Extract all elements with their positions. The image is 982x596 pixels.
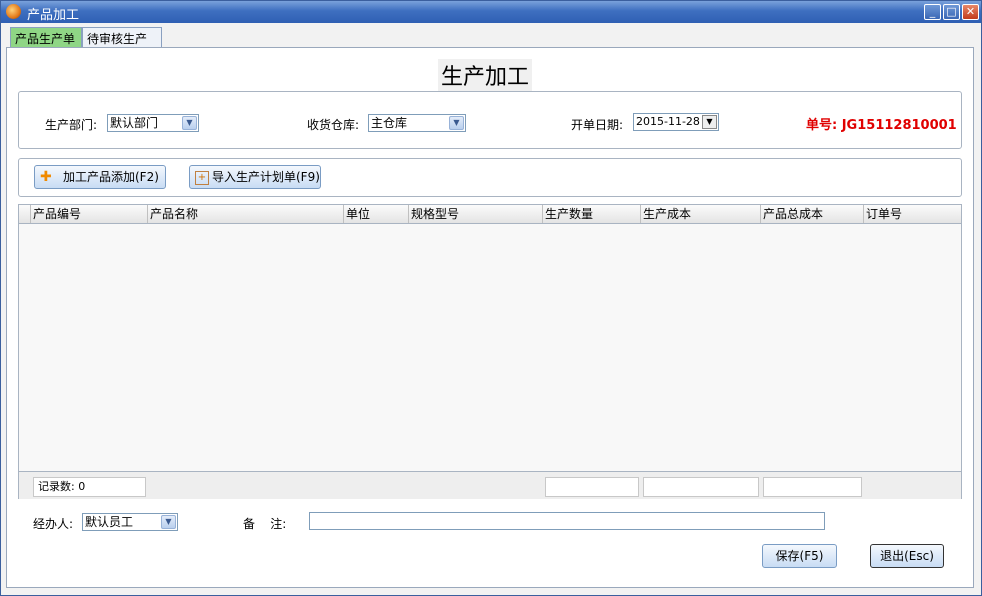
save-button[interactable]: 保存(F5) bbox=[762, 544, 837, 568]
total-cost-sum bbox=[763, 477, 862, 497]
column-header-product-name[interactable]: 产品名称 bbox=[148, 205, 344, 223]
column-header-unit[interactable]: 单位 bbox=[344, 205, 409, 223]
warehouse-value: 主仓库 bbox=[371, 116, 408, 130]
column-header-total-cost[interactable]: 产品总成本 bbox=[761, 205, 864, 223]
dept-label: 生产部门: bbox=[45, 118, 98, 132]
handler-value: 默认员工 bbox=[85, 515, 134, 529]
plus-icon: ✚ bbox=[40, 169, 52, 185]
minimize-button[interactable]: _ bbox=[924, 4, 941, 20]
remark-label: 备 注: bbox=[243, 517, 287, 531]
import-icon: + bbox=[195, 171, 209, 185]
column-header-quantity[interactable]: 生产数量 bbox=[543, 205, 641, 223]
row-indicator-header bbox=[19, 205, 31, 223]
close-button[interactable]: ✕ bbox=[962, 4, 979, 20]
record-count: 记录数: 0 bbox=[33, 477, 146, 497]
date-value: 2015-11-28 bbox=[636, 115, 700, 128]
chevron-down-icon[interactable]: ▼ bbox=[161, 515, 176, 529]
tab-pending-review[interactable]: 待审核生产单 bbox=[82, 27, 162, 63]
column-header-cost[interactable]: 生产成本 bbox=[641, 205, 761, 223]
chevron-down-icon[interactable]: ▼ bbox=[702, 115, 717, 129]
add-product-label: 加工产品添加(F2) bbox=[63, 170, 159, 184]
dept-select[interactable]: 默认部门 ▼ bbox=[107, 114, 199, 132]
window-title: 产品加工 bbox=[27, 8, 80, 23]
dept-value: 默认部门 bbox=[110, 116, 159, 130]
column-header-spec[interactable]: 规格型号 bbox=[409, 205, 543, 223]
warehouse-label: 收货仓库: bbox=[307, 118, 360, 132]
column-header-product-code[interactable]: 产品编号 bbox=[31, 205, 148, 223]
import-plan-button[interactable]: + 导入生产计划单(F9) bbox=[189, 165, 321, 189]
cost-total bbox=[643, 477, 759, 497]
date-picker[interactable]: 2015-11-28 ▼ bbox=[633, 113, 719, 131]
quantity-total bbox=[545, 477, 639, 497]
maximize-button[interactable]: □ bbox=[943, 4, 960, 20]
handler-select[interactable]: 默认员工 ▼ bbox=[82, 513, 178, 531]
title-bar[interactable]: 产品加工 _ □ ✕ bbox=[1, 1, 981, 23]
tab-production-order[interactable]: 产品生产单 bbox=[10, 27, 82, 48]
warehouse-select[interactable]: 主仓库 ▼ bbox=[368, 114, 466, 132]
table-footer: 记录数: 0 bbox=[19, 471, 961, 499]
page-title: 生产加工 bbox=[438, 59, 533, 91]
table-header: 产品编号 产品名称 单位 规格型号 生产数量 生产成本 产品总成本 订单号 bbox=[19, 205, 961, 224]
chevron-down-icon[interactable]: ▼ bbox=[449, 116, 464, 130]
chevron-down-icon[interactable]: ▼ bbox=[182, 116, 197, 130]
add-product-button[interactable]: ✚ 加工产品添加(F2) bbox=[34, 165, 166, 189]
date-label: 开单日期: bbox=[571, 118, 624, 132]
order-number: 单号: JG15112810001 bbox=[806, 118, 957, 133]
exit-button[interactable]: 退出(Esc) bbox=[870, 544, 944, 568]
product-table[interactable]: 产品编号 产品名称 单位 规格型号 生产数量 生产成本 产品总成本 订单号 记录… bbox=[18, 204, 962, 499]
app-window: 产品加工 _ □ ✕ 产品生产单 待审核生产单 生产加工 生产部门: 默认部门 … bbox=[0, 0, 982, 596]
remark-input[interactable] bbox=[309, 512, 825, 530]
handler-label: 经办人: bbox=[33, 517, 74, 531]
app-logo-icon bbox=[6, 4, 21, 19]
column-header-order-no[interactable]: 订单号 bbox=[864, 205, 961, 223]
import-plan-label: 导入生产计划单(F9) bbox=[212, 170, 320, 184]
